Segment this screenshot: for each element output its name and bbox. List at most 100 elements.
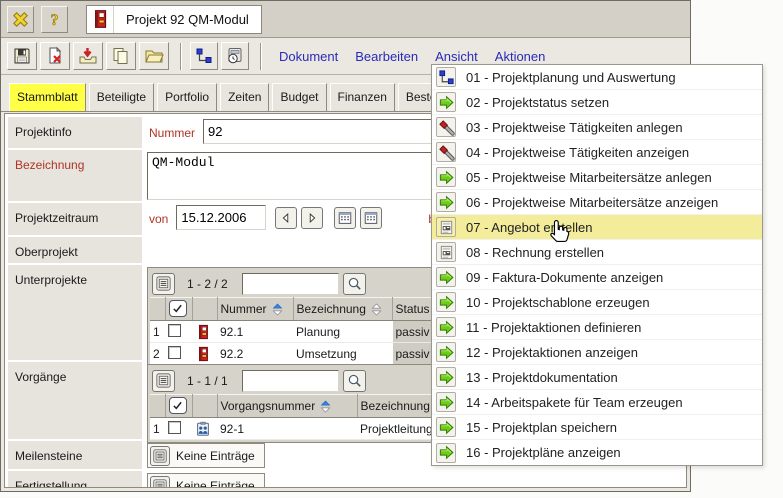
nummer-input[interactable]	[203, 119, 455, 144]
label-meilensteine: Meilensteine	[8, 441, 142, 469]
row-checkbox[interactable]	[168, 421, 181, 434]
empty-text: Keine Einträge	[176, 479, 255, 489]
label-vorgaenge: Vorgänge	[8, 362, 142, 439]
green-arrow-icon	[436, 317, 456, 337]
window-title-tab: Projekt 92 QM-Modul	[86, 5, 262, 34]
table-search-input[interactable]	[242, 273, 339, 295]
menubar-item-dokument[interactable]: Dokument	[279, 49, 338, 64]
green-arrow-icon	[436, 92, 456, 112]
row-number: 1	[150, 321, 165, 343]
action-menu-item-05[interactable]: 05 - Projektweise Mitarbeitersätze anleg…	[432, 165, 762, 190]
action-menu-item-04[interactable]: 04 - Projektweise Tätigkeiten anzeigen	[432, 140, 762, 165]
column-header-icon	[192, 298, 217, 321]
delete-document-button[interactable]	[40, 42, 70, 70]
action-menu-item-14[interactable]: 14 - Arbeitspakete für Team erzeugen	[432, 390, 762, 415]
column-header-rownum	[150, 298, 165, 321]
sort-asc-icon	[320, 400, 331, 413]
cell-bezeichnung[interactable]: Planung	[293, 321, 392, 343]
menubar-item-ansicht[interactable]: Ansicht	[435, 49, 478, 64]
schedule-button[interactable]	[221, 42, 249, 70]
project-flow-button[interactable]	[190, 42, 218, 70]
action-menu-item-15[interactable]: 15 - Projektplan speichern	[432, 415, 762, 440]
green-arrow-icon	[436, 167, 456, 187]
meilensteine-empty-widget[interactable]: Keine Einträge	[147, 443, 265, 468]
cell-nummer[interactable]: 92.1	[217, 321, 293, 343]
action-menu-item-07[interactable]: 07 - Angebot erstellen	[432, 215, 762, 240]
project-binder-icon[interactable]	[195, 346, 211, 362]
select-all-icon[interactable]	[169, 300, 187, 317]
sort-icon	[371, 303, 382, 316]
action-menu-item-02[interactable]: 02 - Projektstatus setzen	[432, 90, 762, 115]
column-header-vorgangsnummer[interactable]: Vorgangsnummer	[217, 395, 357, 418]
import-button[interactable]	[73, 42, 103, 70]
column-header-bezeichnung[interactable]: Bezeichnung	[293, 298, 392, 321]
green-arrow-icon	[436, 342, 456, 362]
green-arrow-icon	[436, 267, 456, 287]
toolbar-separator	[180, 43, 182, 70]
label-bezeichnung: Bezeichnung	[8, 150, 142, 201]
action-menu-item-13[interactable]: 13 - Projektdokumentation	[432, 365, 762, 390]
green-arrow-icon	[436, 417, 456, 437]
next-day-button[interactable]	[301, 207, 323, 229]
row-checkbox[interactable]	[168, 324, 181, 337]
empty-text: Keine Einträge	[176, 449, 255, 463]
action-menu-item-10[interactable]: 10 - Projektschablone erzeugen	[432, 290, 762, 315]
cell-vorgangsnummer[interactable]: 92-1	[217, 418, 357, 440]
invoice-icon	[436, 242, 456, 262]
open-folder-button[interactable]	[139, 42, 169, 70]
action-menu-item-06[interactable]: 06 - Projektweise Mitarbeitersätze anzei…	[432, 190, 762, 215]
table-menu-button[interactable]	[152, 370, 175, 392]
tab-beteiligte[interactable]: Beteiligte	[89, 83, 154, 111]
search-icon[interactable]	[343, 370, 366, 392]
bezeichnung-textarea[interactable]	[147, 152, 437, 200]
label-projektzeitraum: Projektzeitraum	[8, 203, 142, 235]
team-clipboard-icon[interactable]	[195, 421, 211, 437]
label-unterprojekte: Unterprojekte	[8, 265, 142, 360]
table-menu-button[interactable]	[152, 273, 175, 295]
save-button[interactable]	[7, 42, 37, 70]
table-menu-button[interactable]	[150, 476, 170, 489]
action-menu-item-08[interactable]: 08 - Rechnung erstellen	[432, 240, 762, 265]
window-title: Projekt 92 QM-Modul	[114, 12, 261, 27]
calendar-icon[interactable]	[334, 207, 356, 229]
green-arrow-icon	[436, 443, 456, 463]
help-button[interactable]	[41, 6, 68, 33]
tab-zeiten[interactable]: Zeiten	[220, 83, 269, 111]
column-header-nummer[interactable]: Nummer	[217, 298, 293, 321]
action-menu-item-16[interactable]: 16 - Projektpläne anzeigen	[432, 440, 762, 465]
tab-budget[interactable]: Budget	[272, 83, 326, 111]
hammer-icon	[436, 142, 456, 162]
tab-portfolio[interactable]: Portfolio	[157, 83, 217, 111]
row-counter: 1 - 1 / 1	[187, 374, 228, 388]
hammer-icon	[436, 117, 456, 137]
copy-button[interactable]	[106, 42, 136, 70]
table-menu-button[interactable]	[150, 446, 170, 466]
action-menu-item-12[interactable]: 12 - Projektaktionen anzeigen	[432, 340, 762, 365]
action-menu-item-01[interactable]: 01 - Projektplanung und Auswertung	[432, 65, 762, 90]
calendar-icon[interactable]	[360, 207, 382, 229]
row-checkbox[interactable]	[168, 346, 181, 359]
search-icon[interactable]	[343, 273, 366, 295]
row-number: 1	[150, 418, 165, 440]
prev-day-button[interactable]	[275, 207, 297, 229]
hand-cursor-icon	[549, 219, 571, 244]
action-menu-item-11[interactable]: 11 - Projektaktionen definieren	[432, 315, 762, 340]
toolbar-separator	[260, 43, 262, 70]
tab-finanzen[interactable]: Finanzen	[330, 83, 395, 111]
close-button[interactable]	[7, 6, 34, 33]
green-arrow-icon	[436, 392, 456, 412]
menubar: Dokument Bearbeiten Ansicht Aktionen	[279, 49, 545, 64]
tab-stammblatt[interactable]: Stammblatt	[9, 83, 86, 111]
project-binder-icon[interactable]	[195, 324, 211, 340]
select-all-icon[interactable]	[169, 397, 187, 414]
action-menu-item-09[interactable]: 09 - Faktura-Dokumente anzeigen	[432, 265, 762, 290]
von-date-input[interactable]	[176, 205, 266, 230]
fertigstellung-empty-widget[interactable]: Keine Einträge	[147, 473, 265, 488]
label-fertigstellung: Fertigstellung	[8, 471, 142, 488]
table-search-input[interactable]	[242, 370, 339, 392]
menubar-item-aktionen[interactable]: Aktionen	[495, 49, 546, 64]
action-menu-item-03[interactable]: 03 - Projektweise Tätigkeiten anlegen	[432, 115, 762, 140]
green-arrow-icon	[436, 292, 456, 312]
menubar-item-bearbeiten[interactable]: Bearbeiten	[355, 49, 418, 64]
row-fertigstellung: Fertigstellung Keine Einträge	[8, 471, 686, 488]
